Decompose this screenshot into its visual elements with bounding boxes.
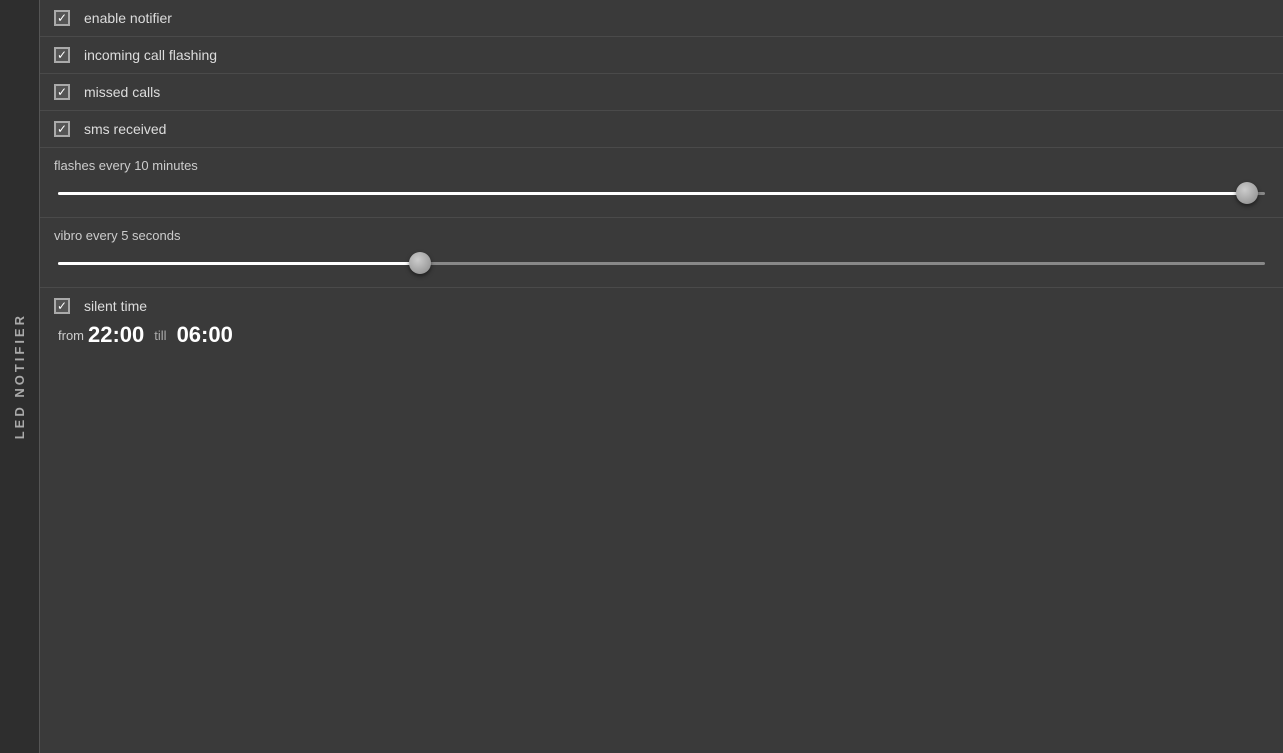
main-content: enable notifier incoming call flashing m…: [40, 0, 1283, 753]
sms-received-checkbox[interactable]: [54, 121, 70, 137]
time-row: from 22:00 till 06:00: [54, 322, 1269, 348]
vibro-interval-section: vibro every 5 seconds: [40, 218, 1283, 288]
flash-interval-fill: [58, 192, 1247, 195]
incoming-call-flashing-checkbox[interactable]: [54, 47, 70, 63]
silent-time-row[interactable]: silent time: [54, 298, 1269, 314]
incoming-call-flashing-label: incoming call flashing: [84, 47, 217, 63]
flash-interval-slider[interactable]: [54, 183, 1269, 203]
vibro-interval-slider[interactable]: [54, 253, 1269, 273]
silent-time-label: silent time: [84, 298, 147, 314]
incoming-call-flashing-row[interactable]: incoming call flashing: [40, 37, 1283, 74]
till-time[interactable]: 06:00: [177, 322, 233, 348]
sidebar: LED NOTIFIER: [0, 0, 40, 753]
vibro-interval-title: vibro every 5 seconds: [54, 228, 1269, 243]
vibro-interval-fill: [58, 262, 420, 265]
missed-calls-label: missed calls: [84, 84, 160, 100]
flash-interval-thumb[interactable]: [1236, 182, 1258, 204]
flash-interval-title: flashes every 10 minutes: [54, 158, 1269, 173]
missed-calls-checkbox[interactable]: [54, 84, 70, 100]
till-label: till: [154, 328, 166, 343]
vibro-interval-thumb[interactable]: [409, 252, 431, 274]
enable-notifier-checkbox[interactable]: [54, 10, 70, 26]
enable-notifier-label: enable notifier: [84, 10, 172, 26]
sms-received-label: sms received: [84, 121, 166, 137]
sms-received-row[interactable]: sms received: [40, 111, 1283, 148]
from-time[interactable]: 22:00: [88, 322, 144, 348]
silent-time-checkbox[interactable]: [54, 298, 70, 314]
flash-interval-track: [58, 192, 1265, 195]
missed-calls-row[interactable]: missed calls: [40, 74, 1283, 111]
from-label: from: [58, 328, 84, 343]
silent-time-section: silent time from 22:00 till 06:00: [40, 288, 1283, 358]
flash-interval-section: flashes every 10 minutes: [40, 148, 1283, 218]
sidebar-label: LED NOTIFIER: [12, 313, 27, 439]
enable-notifier-row[interactable]: enable notifier: [40, 0, 1283, 37]
vibro-interval-track: [58, 262, 1265, 265]
